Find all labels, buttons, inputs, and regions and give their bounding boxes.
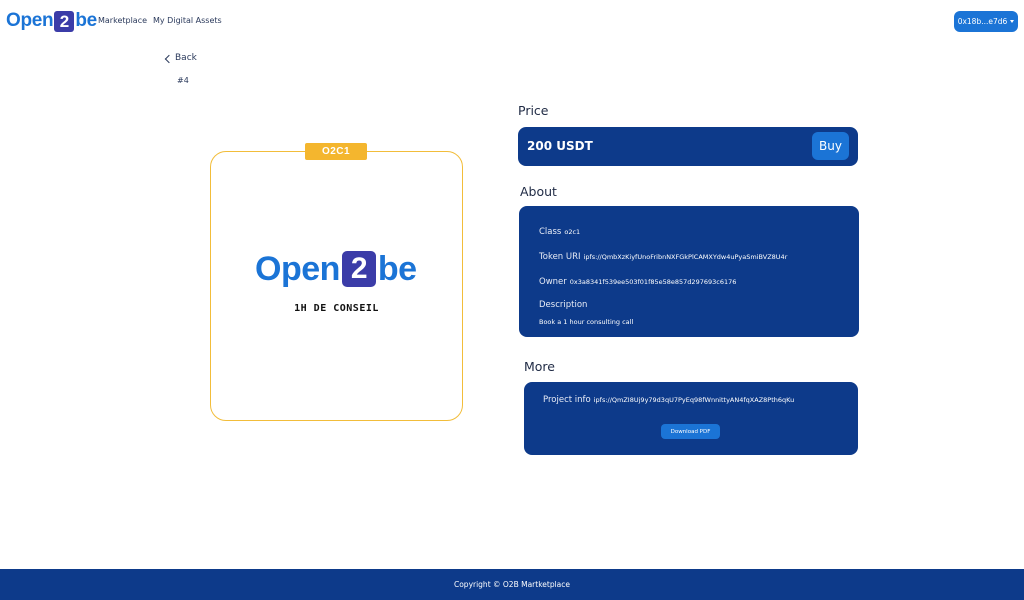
back-link[interactable]: Back [164, 53, 197, 63]
nav-link-my-digital-assets[interactable]: My Digital Assets [153, 16, 222, 25]
navbar: Open 2 be Marketplace My Digital Assets … [0, 0, 1024, 44]
about-class-row: Class o2c1 [539, 227, 580, 237]
about-heading: About [520, 184, 557, 199]
owner-label: Owner [539, 277, 567, 287]
class-label: Class [539, 227, 562, 237]
card-logo-text-middle: 2 [341, 251, 376, 287]
token-uri-value: ipfs://QmbXzKiyfUnoFribnNXFGkPlCAMXYdw4u… [583, 253, 788, 261]
chevron-left-icon [164, 54, 174, 63]
price-heading: Price [518, 103, 549, 118]
back-label: Back [175, 53, 197, 63]
about-owner-row: Owner 0x3a8341f539ee503f01f85e58e857d297… [539, 277, 736, 287]
more-panel: Project info ipfs://QmZI8Uj9y79d3qU7PyEq… [524, 382, 858, 455]
owner-value: 0x3a8341f539ee503f01f85e58e857d297693c61… [569, 278, 737, 286]
project-info-row: Project info ipfs://QmZI8Uj9y79d3qU7PyEq… [543, 395, 794, 405]
nft-card-logo: Open 2 be [255, 249, 417, 289]
about-panel: Class o2c1 Token URI ipfs://QmbXzKiyfUno… [519, 206, 859, 337]
nav-link-marketplace[interactable]: Marketplace [98, 16, 147, 25]
footer: Copyright © O2B Martketplace [0, 569, 1024, 600]
buy-button[interactable]: Buy [812, 132, 849, 160]
card-logo-text-left: Open [255, 249, 340, 288]
footer-copyright: Copyright © O2B Martketplace [453, 580, 571, 589]
project-info-value: ipfs://QmZI8Uj9y79d3qU7PyEq98fWnnittyAN4… [593, 396, 795, 404]
more-heading: More [524, 359, 555, 374]
brand-logo[interactable]: Open 2 be [6, 9, 97, 33]
nft-card-caption: 1H DE CONSEIL [294, 303, 379, 314]
card-logo-text-right: be [377, 249, 417, 288]
logo-text-middle: 2 [54, 10, 75, 32]
download-pdf-button[interactable]: Download PDF [661, 424, 720, 439]
caret-down-icon [1010, 20, 1015, 23]
description-label: Description [539, 300, 588, 310]
logo-text-left: Open [6, 10, 54, 31]
wallet-address-label: 0x18b...e7d6 [957, 17, 1008, 26]
about-description-row: Description [539, 300, 587, 310]
description-value: Book a 1 hour consulting call [539, 318, 634, 326]
wallet-address-dropdown[interactable]: 0x18b...e7d6 [954, 11, 1018, 32]
price-panel: 200 USDT Buy [518, 127, 858, 166]
nft-class-badge: O2C1 [305, 143, 367, 160]
project-info-label: Project info [543, 395, 591, 405]
logo-text-right: be [75, 10, 97, 31]
price-value: 200 USDT [527, 139, 593, 153]
token-id: #4 [177, 76, 189, 85]
about-token-uri-row: Token URI ipfs://QmbXzKiyfUnoFribnNXFGkP… [539, 252, 787, 262]
token-uri-label: Token URI [539, 252, 581, 262]
class-value: o2c1 [564, 228, 581, 236]
